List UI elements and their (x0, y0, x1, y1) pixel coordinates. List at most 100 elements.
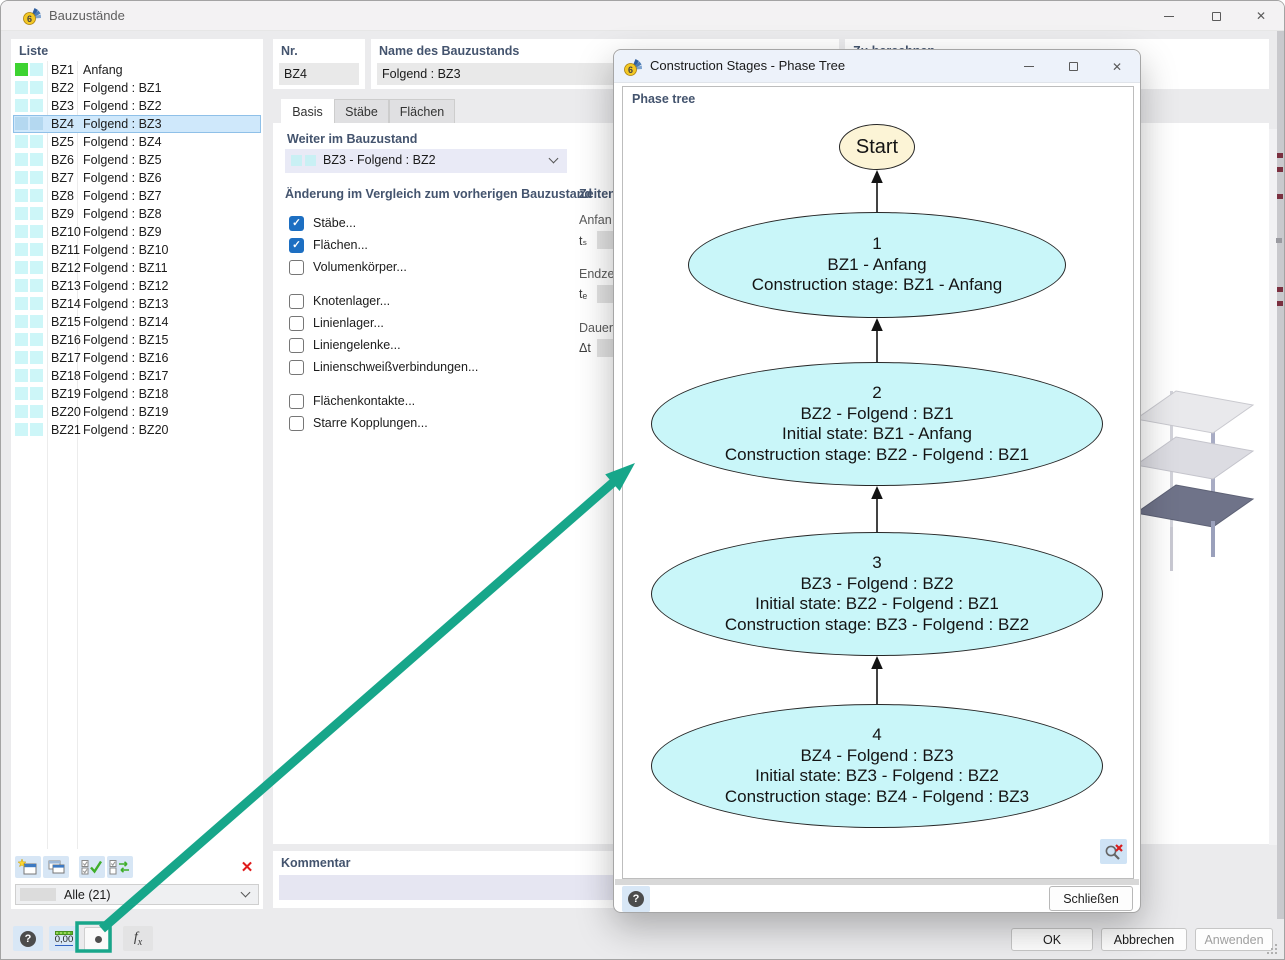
copy-window-icon (48, 860, 65, 873)
tab-flächen[interactable]: Flächen (389, 99, 455, 123)
minimize-icon[interactable] (1009, 50, 1049, 83)
stage-color-marker (15, 81, 28, 94)
nr-label: Nr. (281, 44, 298, 58)
close-icon[interactable]: ✕ (1244, 1, 1278, 31)
checkbox-row[interactable]: Liniengelenke... (289, 334, 577, 356)
checkbox[interactable] (289, 259, 304, 275)
checkbox[interactable] (289, 393, 304, 409)
delete-stage-button[interactable]: ✕ (233, 856, 261, 878)
list-item-BZ15[interactable]: BZ15 Folgend : BZ14 (13, 313, 261, 331)
select-all-button[interactable] (79, 856, 105, 878)
checkbox-row[interactable]: Linienschweißverbindungen... (289, 356, 577, 378)
invert-selection-button[interactable] (107, 856, 133, 878)
phase-tree-button[interactable] (84, 927, 112, 951)
stage-color-marker (15, 333, 28, 346)
stage-color-marker (30, 63, 43, 76)
list-item-BZ1[interactable]: BZ1 Anfang (13, 61, 261, 79)
stage-color-marker (305, 155, 316, 166)
function-button[interactable]: fx (123, 926, 153, 951)
stage-color-marker (15, 297, 28, 310)
list-item-BZ13[interactable]: BZ13 Folgend : BZ12 (13, 277, 261, 295)
stage-color-marker (15, 207, 28, 220)
stage-color-marker (15, 261, 28, 274)
toggle-checks-icon (109, 860, 129, 875)
checkbox-row[interactable]: Flächenkontakte... (289, 390, 577, 412)
phase-node-stage-3: 3 BZ3 - Folgend : BZ2 Initial state: BZ2… (651, 532, 1103, 656)
copy-stage-button[interactable] (43, 856, 69, 878)
stage-color-marker (15, 99, 28, 112)
stage-id: BZ3 (51, 99, 74, 113)
list-item-BZ14[interactable]: BZ14 Folgend : BZ13 (13, 295, 261, 313)
decimal-places-button[interactable]: 0,00 (49, 926, 79, 951)
aenderung-label: Änderung im Vergleich zum vorherigen Bau… (285, 187, 592, 201)
stage-color-marker (15, 405, 28, 418)
checkbox[interactable]: ✓ (289, 215, 304, 231)
stage-color-marker (15, 243, 28, 256)
list-item-BZ7[interactable]: BZ7 Folgend : BZ6 (13, 169, 261, 187)
list-item-BZ10[interactable]: BZ10 Folgend : BZ9 (13, 223, 261, 241)
list-item-BZ8[interactable]: BZ8 Folgend : BZ7 (13, 187, 261, 205)
close-icon[interactable]: ✕ (1097, 50, 1137, 83)
checkbox[interactable] (289, 415, 304, 431)
resize-grip[interactable] (1275, 952, 1277, 954)
checkbox-row[interactable]: Linienlager... (289, 312, 577, 334)
checkbox[interactable] (289, 337, 304, 353)
list-item-BZ3[interactable]: BZ3 Folgend : BZ2 (13, 97, 261, 115)
fx-icon: fx (133, 929, 143, 948)
list-item-BZ17[interactable]: BZ17 Folgend : BZ16 (13, 349, 261, 367)
add-stage-button[interactable] (15, 856, 41, 878)
nr-field[interactable]: BZ4 (279, 63, 359, 85)
list-item-BZ2[interactable]: BZ2 Folgend : BZ1 (13, 79, 261, 97)
list-item-BZ19[interactable]: BZ19 Folgend : BZ18 (13, 385, 261, 403)
name-label: Name des Bauzustands (379, 44, 520, 58)
list-item-BZ20[interactable]: BZ20 Folgend : BZ19 (13, 403, 261, 421)
stage-color-marker (30, 117, 43, 130)
help-button[interactable]: ? (13, 926, 43, 951)
phase-node-start: Start (839, 124, 915, 170)
list-item-BZ16[interactable]: BZ16 Folgend : BZ15 (13, 331, 261, 349)
stage-name: Folgend : BZ2 (83, 99, 162, 113)
clipped-background-strip (1277, 31, 1284, 919)
stage-id: BZ11 (51, 243, 80, 257)
stage-color-marker (291, 155, 302, 166)
list-item-BZ21[interactable]: BZ21 Folgend : BZ20 (13, 421, 261, 439)
checkbox-row[interactable]: Starre Kopplungen... (289, 412, 577, 434)
checkbox[interactable] (289, 359, 304, 375)
stage-color-marker (30, 423, 43, 436)
maximize-icon[interactable] (1053, 50, 1093, 83)
minimize-icon[interactable] (1152, 1, 1186, 31)
ok-button[interactable]: OK (1011, 928, 1093, 951)
checkbox-label: Flächenkontakte... (313, 394, 416, 408)
list-item-BZ12[interactable]: BZ12 Folgend : BZ11 (13, 259, 261, 277)
stage-name: Folgend : BZ8 (83, 207, 162, 221)
cancel-button[interactable]: Abbrechen (1101, 928, 1187, 951)
list-item-BZ18[interactable]: BZ18 Folgend : BZ17 (13, 367, 261, 385)
list-item-BZ5[interactable]: BZ5 Folgend : BZ4 (13, 133, 261, 151)
list-item-BZ9[interactable]: BZ9 Folgend : BZ8 (13, 205, 261, 223)
stage-color-marker (15, 387, 28, 400)
list-item-BZ11[interactable]: BZ11 Folgend : BZ10 (13, 241, 261, 259)
checkbox-row[interactable]: ✓ Stäbe... (289, 212, 577, 234)
list-item-BZ4[interactable]: BZ4 Folgend : BZ3 (13, 115, 261, 133)
maximize-icon[interactable] (1199, 1, 1233, 31)
checkbox[interactable] (289, 293, 304, 309)
checkbox[interactable] (289, 315, 304, 331)
phase-tree-canvas: Phase tree Start 1 BZ1 - Anfang Construct… (622, 86, 1134, 879)
clipped-content-mark (1277, 287, 1283, 292)
next-stage-dropdown[interactable]: BZ3 - Folgend : BZ2 (285, 149, 567, 173)
tab-basis[interactable]: Basis (281, 99, 334, 123)
close-dialog-button[interactable]: Schließen (1049, 886, 1133, 911)
checkbox-label: Stäbe... (313, 216, 357, 230)
checkbox-row[interactable]: Knotenlager... (289, 290, 577, 312)
list-item-BZ6[interactable]: BZ6 Folgend : BZ5 (13, 151, 261, 169)
time-label: Endze (579, 267, 615, 281)
checkbox-row[interactable]: ✓ Flächen... (289, 234, 577, 256)
stage-id: BZ19 (51, 387, 81, 401)
checkbox-label: Liniengelenke... (313, 338, 401, 352)
checkbox[interactable]: ✓ (289, 237, 304, 253)
stage-color-marker (30, 243, 43, 256)
list-filter-dropdown[interactable]: Alle (21) (15, 884, 259, 905)
help-button[interactable]: ? (622, 886, 650, 912)
tab-stäbe[interactable]: Stäbe (334, 99, 389, 123)
checkbox-row[interactable]: Volumenkörper... (289, 256, 577, 278)
